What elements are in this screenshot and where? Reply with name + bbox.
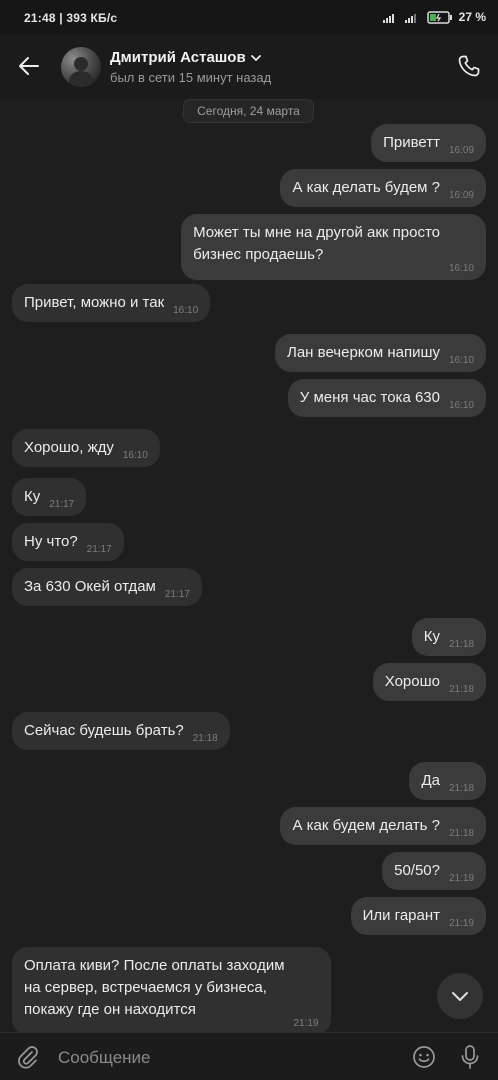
message-input[interactable] (56, 1041, 390, 1075)
outgoing-message[interactable]: Может ты мне на другой акк просто бизнес… (181, 214, 486, 280)
message-text: За 630 Окей отдам (24, 578, 156, 595)
paperclip-icon (18, 1046, 38, 1069)
message-text: Оплата киви? После оплаты заходим на сер… (24, 957, 285, 1018)
message-time: 21:19 (293, 1018, 319, 1029)
incoming-message[interactable]: Привет, можно и так 16:10 (12, 284, 211, 322)
phone-icon (458, 55, 480, 77)
incoming-message[interactable]: Ку 21:17 (12, 478, 87, 516)
outgoing-message[interactable]: Да 21:18 (409, 762, 486, 800)
mic-button[interactable] (456, 1043, 484, 1071)
message-text: Хорошо (384, 673, 440, 690)
message-text: У меня час тока 630 (299, 389, 440, 406)
message-time: 21:19 (448, 918, 474, 929)
incoming-message[interactable]: Ну что? 21:17 (12, 523, 124, 561)
arrow-left-icon (19, 57, 39, 75)
message-time: 21:18 (448, 828, 474, 839)
outgoing-message[interactable]: Ку 21:18 (411, 618, 486, 656)
outgoing-message[interactable]: А как будем делать ? 21:18 (280, 807, 486, 845)
contact-name-row[interactable]: Дмитрий Асташов (110, 49, 262, 66)
emoji-button[interactable] (410, 1043, 438, 1071)
incoming-message[interactable]: Оплата киви? После оплаты заходим на сер… (12, 947, 331, 1035)
outgoing-message[interactable]: Хорошо 21:18 (372, 663, 486, 701)
outgoing-message[interactable]: Или гарант 21:19 (350, 897, 486, 935)
message-text: Да (421, 772, 440, 789)
message-time: 21:17 (49, 499, 75, 510)
message-text: А как будем делать ? (292, 817, 440, 834)
message-composer (0, 1032, 498, 1080)
battery-percent: 27 % (458, 10, 486, 24)
message-time: 21:18 (448, 639, 474, 650)
attach-button[interactable] (14, 1043, 42, 1071)
message-time: 21:18 (448, 783, 474, 794)
outgoing-message[interactable]: А как делать будем ? 16:09 (280, 169, 486, 207)
date-separator: Сегодня, 24 марта (183, 99, 314, 123)
message-time: 21:17 (86, 544, 112, 555)
message-text: 50/50? (394, 862, 440, 879)
status-icons: 27 % (382, 10, 486, 24)
chevron-down-icon (250, 54, 261, 61)
message-text: Хорошо, жду (24, 439, 114, 456)
status-time-speed: 21:48 | 393 КБ/с (24, 11, 118, 25)
avatar[interactable] (61, 47, 101, 87)
outgoing-message[interactable]: Приветт 16:09 (371, 124, 486, 162)
message-time: 16:10 (173, 305, 199, 316)
contact-status: был в сети 15 минут назад (110, 70, 272, 85)
outgoing-message[interactable]: 50/50? 21:19 (382, 852, 486, 890)
outgoing-message[interactable]: Лан вечерком напишу 16:10 (275, 334, 486, 372)
incoming-message[interactable]: Сейчас будешь брать? 21:18 (12, 712, 230, 750)
chat-header: Дмитрий Асташов был в сети 15 минут наза… (0, 34, 498, 100)
incoming-message[interactable]: За 630 Окей отдам 21:17 (12, 568, 202, 606)
message-time: 16:10 (122, 450, 148, 461)
message-text: Приветт (383, 134, 440, 151)
message-text: Ку (423, 628, 440, 645)
message-text: Привет, можно и так (24, 294, 165, 311)
message-text: А как делать будем ? (292, 179, 440, 196)
message-time: 21:17 (164, 589, 190, 600)
status-bar: 21:48 | 393 КБ/с 27 % (0, 0, 498, 34)
message-time: 16:10 (448, 400, 474, 411)
message-text: Лан вечерком напишу (287, 344, 440, 361)
chevron-down-icon (452, 992, 468, 1001)
signal-icon-2 (404, 13, 416, 23)
battery-icon (426, 10, 452, 24)
signal-icon (382, 13, 394, 23)
message-time: 21:18 (448, 684, 474, 695)
outgoing-message[interactable]: У меня час тока 630 16:10 (287, 379, 486, 417)
message-time: 21:18 (192, 733, 218, 744)
smile-icon (413, 1046, 435, 1068)
message-time: 16:09 (448, 190, 474, 201)
contact-name: Дмитрий Асташов (110, 49, 246, 66)
message-text: Или гарант (362, 907, 440, 924)
message-time: 21:19 (448, 873, 474, 884)
incoming-message[interactable]: Хорошо, жду 16:10 (12, 429, 160, 467)
message-text: Сейчас будешь брать? (24, 722, 184, 739)
message-text: Может ты мне на другой акк просто бизнес… (193, 224, 440, 263)
message-text: Ну что? (24, 533, 78, 550)
message-time: 16:10 (448, 355, 474, 366)
microphone-icon (461, 1045, 479, 1069)
scroll-down-button[interactable] (437, 973, 483, 1019)
message-text: Ку (24, 488, 41, 505)
back-button[interactable] (14, 51, 44, 81)
message-time: 16:10 (448, 263, 474, 274)
message-time: 16:09 (448, 145, 474, 156)
call-button[interactable] (454, 51, 484, 81)
